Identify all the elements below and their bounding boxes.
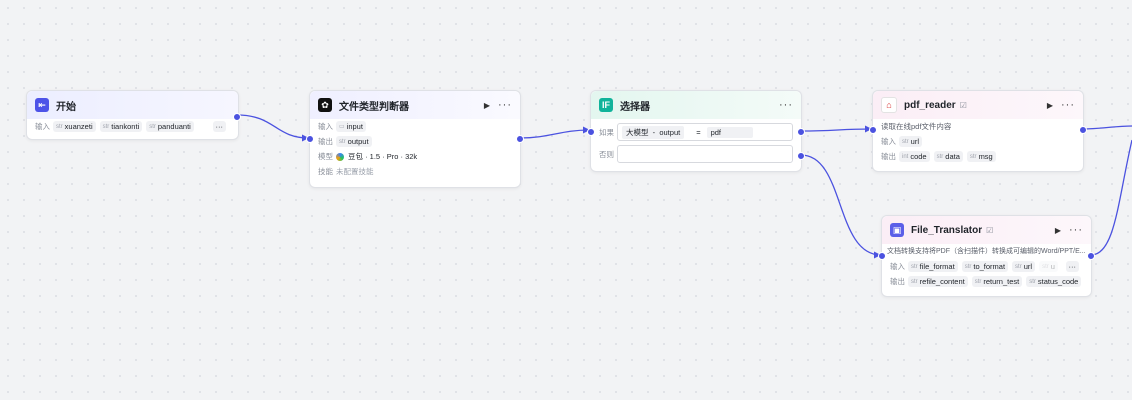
edge-pdf-out xyxy=(1082,125,1132,130)
pdf-icon: ⌂ xyxy=(881,97,897,113)
input-label: 输入 xyxy=(318,122,333,131)
if-output-port[interactable] xyxy=(797,128,805,136)
input-label: 输入 xyxy=(890,262,905,271)
pdf-reader-node[interactable]: ⌂ pdf_reader ☑ ▶ ··· 读取在线pdf文件内容 输入 str u… xyxy=(869,90,1087,172)
more-icon[interactable]: ··· xyxy=(1069,225,1083,236)
connection-lines xyxy=(236,114,1132,259)
edge-start-to-classifier xyxy=(236,114,310,139)
skill-value: 未配置技能 xyxy=(336,167,374,176)
input-tag: str xuanzeti xyxy=(53,121,96,132)
run-icon[interactable]: ▶ xyxy=(1047,101,1053,110)
more-icon[interactable]: ··· xyxy=(498,100,512,111)
input-port[interactable] xyxy=(869,126,877,134)
edge-selector-else-to-translator xyxy=(800,154,882,256)
condition-operator: = xyxy=(696,127,701,137)
input-tag: str url xyxy=(899,136,923,147)
input-tag: str url xyxy=(1012,261,1036,272)
run-icon[interactable]: ▶ xyxy=(1055,226,1061,235)
edge-classifier-to-selector xyxy=(519,129,591,139)
if-condition[interactable]: 大模型 - output = pdf xyxy=(617,123,793,141)
edge-selector-if-to-pdf xyxy=(800,128,873,132)
check-icon: ☑ xyxy=(959,100,967,110)
output-port[interactable] xyxy=(516,135,524,143)
plugin-icon: ▣ xyxy=(890,223,904,237)
node-title: 开始 xyxy=(56,101,76,113)
edge-translator-out xyxy=(1090,139,1132,256)
selector-node[interactable]: IF 选择器 ··· 如果 大模型 - output = pdf 否则 xyxy=(587,90,805,172)
else-label: 否则 xyxy=(599,149,614,159)
else-condition[interactable] xyxy=(617,145,793,163)
more-icon[interactable]: ··· xyxy=(1061,100,1075,111)
node-title: File_Translator xyxy=(911,224,983,236)
input-tag: str to_format xyxy=(961,261,1009,272)
input-port[interactable] xyxy=(306,135,314,143)
more-icon[interactable]: ··· xyxy=(779,100,793,111)
node-title: 文件类型判断器 xyxy=(339,101,409,113)
condition-left: 大模型 - output xyxy=(622,125,685,139)
output-label: 输出 xyxy=(881,152,896,161)
input-port[interactable] xyxy=(878,252,886,260)
input-label: 输入 xyxy=(35,122,50,131)
input-tag: str u xyxy=(1039,261,1058,272)
run-icon[interactable]: ▶ xyxy=(484,101,490,110)
input-tag: str file_format xyxy=(908,261,958,272)
output-port[interactable] xyxy=(1087,252,1095,260)
output-tag: str data xyxy=(933,151,963,162)
llm-icon: ✿ xyxy=(318,98,332,112)
condition-right: pdf xyxy=(706,126,753,138)
output-tag: str msg xyxy=(966,151,996,162)
input-tag: str tiankonti xyxy=(99,121,143,132)
check-icon: ☑ xyxy=(986,225,994,235)
doubao-model-icon xyxy=(336,152,344,161)
input-tag: ▭ input xyxy=(336,121,366,132)
node-description: 文档转换支持将PDF（含扫描件）转换成可编辑的Word/PPT/E... xyxy=(887,248,1086,255)
skill-label: 技能 xyxy=(318,167,333,176)
node-description: 读取在线pdf文件内容 xyxy=(881,122,952,131)
more-inputs-button[interactable]: ··· xyxy=(212,121,226,132)
else-output-port[interactable] xyxy=(797,152,805,160)
node-title: pdf_reader xyxy=(904,99,956,111)
input-port[interactable] xyxy=(587,128,595,136)
model-label: 模型 xyxy=(318,152,333,161)
output-port[interactable] xyxy=(233,113,241,121)
start-icon: ⇤ xyxy=(35,98,49,112)
start-node[interactable]: ⇤ 开始 输入 str xuanzeti str tiankonti str pand… xyxy=(26,90,241,140)
file-translator-node[interactable]: ▣ File_Translator ☑ ▶ ··· 文档转换支持将PDF（含扫描… xyxy=(878,215,1095,297)
output-tag: str status_code xyxy=(1026,276,1082,287)
if-label: 如果 xyxy=(599,127,614,137)
model-value: 豆包 · 1.5 · Pro · 32k xyxy=(348,152,418,161)
if-icon: IF xyxy=(599,98,613,112)
output-label: 输出 xyxy=(890,277,905,286)
output-tag: str refile_content xyxy=(908,276,968,287)
output-label: 输出 xyxy=(318,137,333,146)
more-inputs-button[interactable]: ··· xyxy=(1065,261,1079,272)
output-tag: int code xyxy=(899,151,930,162)
output-port[interactable] xyxy=(1079,126,1087,134)
output-tag: str output xyxy=(336,136,372,147)
node-title: 选择器 xyxy=(620,101,650,113)
classifier-node[interactable]: ✿ 文件类型判断器 ▶ ··· 输入 ▭ input 输出 str output 模… xyxy=(306,90,524,188)
input-label: 输入 xyxy=(881,137,896,146)
input-tag: str panduanti xyxy=(146,121,194,132)
folder-icon: ▭ xyxy=(339,124,345,130)
output-tag: str return_test xyxy=(971,276,1023,287)
